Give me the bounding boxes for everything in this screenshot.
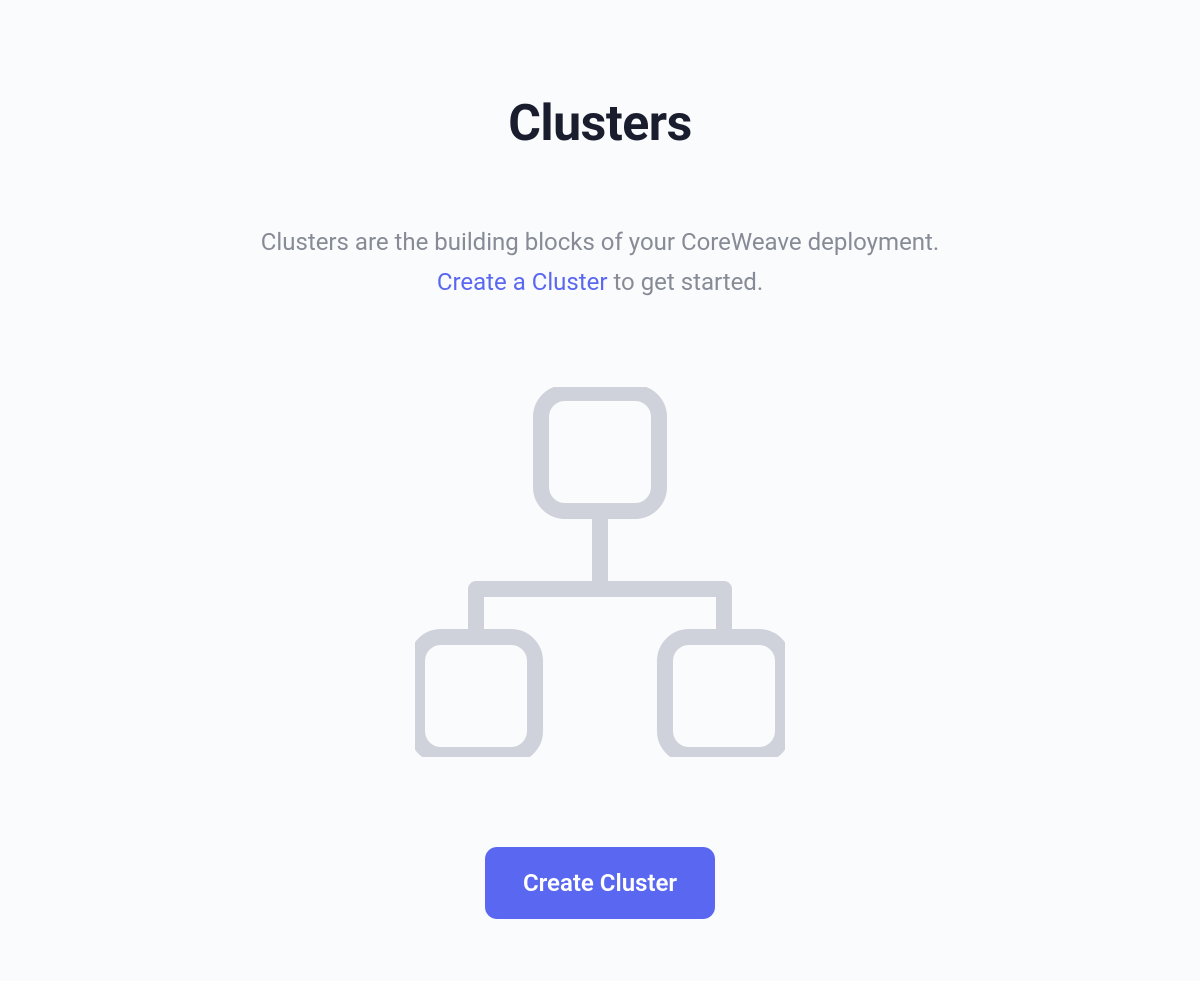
page-description: Clusters are the building blocks of your…	[261, 223, 939, 302]
create-cluster-link[interactable]: Create a Cluster	[437, 268, 608, 296]
description-text-after: to get started.	[607, 268, 763, 296]
cluster-tree-icon	[415, 387, 785, 757]
description-text-before: Clusters are the building blocks of your…	[261, 228, 939, 256]
create-cluster-button[interactable]: Create Cluster	[485, 847, 715, 919]
page-title: Clusters	[508, 95, 692, 153]
